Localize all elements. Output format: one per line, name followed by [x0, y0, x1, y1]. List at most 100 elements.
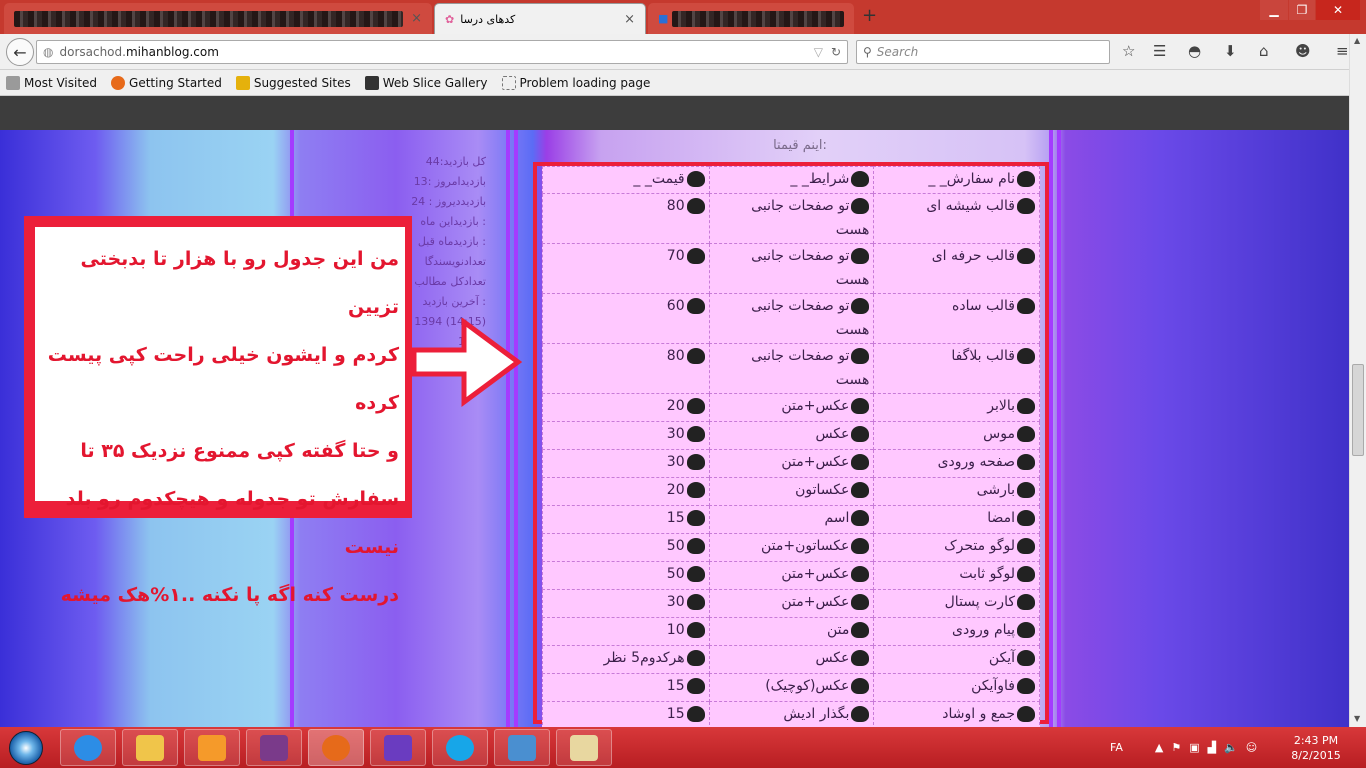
bullet-icon — [1017, 566, 1035, 582]
volume-icon[interactable]: 🔈 — [1224, 741, 1238, 754]
taskbar-paint[interactable] — [556, 729, 612, 766]
network-icon[interactable]: ▟ — [1208, 741, 1216, 754]
bookmark-suggested-sites[interactable]: Suggested Sites — [235, 75, 351, 90]
bullet-icon — [1017, 594, 1035, 610]
minimize-button[interactable]: ▁ — [1260, 0, 1288, 20]
scroll-down-icon[interactable]: ▼ — [1354, 714, 1360, 723]
table-cell: هرکدوم5 نظر — [542, 645, 710, 674]
bullet-icon — [851, 398, 870, 414]
windows-logo-icon — [9, 731, 43, 765]
menu-icon[interactable]: ≡ — [1336, 42, 1349, 60]
taskbar-explorer[interactable] — [122, 729, 178, 766]
search-placeholder: Search — [876, 45, 919, 59]
bullet-icon — [686, 622, 705, 638]
table-row: بارشی عکساتون 20 — [542, 477, 1040, 506]
scroll-up-icon[interactable]: ▲ — [1354, 36, 1360, 45]
search-box[interactable]: ⚲ Search — [856, 40, 1110, 64]
table-cell: 20 — [542, 393, 710, 422]
bullet-icon — [851, 622, 870, 638]
table-cell: بارشی — [873, 477, 1040, 506]
taskbar-ie[interactable] — [60, 729, 116, 766]
pocket-icon[interactable]: ◓ — [1188, 42, 1201, 60]
smiley-icon[interactable]: ☺ — [1246, 741, 1257, 754]
page-icon — [501, 75, 516, 90]
bullet-icon — [1017, 678, 1035, 694]
taskbar-winrar[interactable] — [246, 729, 302, 766]
page-header-bar — [0, 96, 1366, 130]
close-window-button[interactable]: ✕ — [1316, 0, 1360, 20]
table-cell: عکس+متن — [708, 561, 875, 590]
paint-icon — [570, 734, 598, 761]
tab-favicon-icon: ■ — [658, 12, 669, 25]
download-icon[interactable]: ⬇ — [1224, 42, 1237, 60]
table-cell: صفحه ورودی — [873, 449, 1040, 478]
table-cell: عکس+متن — [708, 393, 875, 422]
chat-icon[interactable]: ☻ — [1295, 42, 1311, 60]
price-heading: اینم قیمتا: — [773, 138, 827, 153]
tab-redacted-1[interactable]: × — [4, 3, 432, 34]
bullet-icon — [1017, 298, 1035, 314]
table-cell: 70 — [542, 243, 710, 294]
table-row: قالب بلاگفا تو صفحات جانبی هست 80 — [542, 343, 1040, 394]
table-cell: تو صفحات جانبی هست — [708, 343, 875, 394]
bookmark-web-slice-gallery[interactable]: Web Slice Gallery — [364, 75, 488, 90]
table-row: بالابر عکس+متن 20 — [542, 393, 1040, 422]
table-header-cell: شرایط_ _ — [708, 166, 875, 194]
scrollbar-thumb[interactable] — [1352, 364, 1364, 456]
start-button[interactable] — [2, 729, 50, 767]
bullet-icon — [1017, 426, 1035, 442]
taskbar-photo-viewer[interactable] — [494, 729, 550, 766]
bullet-icon — [1017, 482, 1035, 498]
reading-list-icon[interactable]: ☰ — [1153, 42, 1166, 60]
table-cell: عکس+متن — [708, 449, 875, 478]
back-button[interactable]: ← — [6, 38, 34, 66]
table-cell: 15 — [542, 701, 710, 727]
taskbar-firefox[interactable] — [308, 729, 364, 766]
bookmark-star-icon[interactable]: ☆ — [1122, 42, 1135, 60]
vertical-scrollbar[interactable]: ▲ ▼ — [1349, 34, 1366, 727]
table-row: کارت پستال عکس+متن 30 — [542, 589, 1040, 618]
bullet-icon — [851, 171, 870, 187]
close-tab-icon[interactable]: × — [624, 12, 635, 27]
tab-redacted-2[interactable]: ■ — [648, 3, 854, 34]
search-icon: ⚲ — [863, 45, 872, 59]
url-bar[interactable]: ◍ dorsachod. mihanblog.com ▽ ↻ — [36, 40, 848, 64]
table-cell: عکس — [708, 645, 875, 674]
bullet-icon — [851, 198, 870, 214]
bullet-icon — [686, 706, 705, 722]
close-tab-icon[interactable]: × — [411, 11, 422, 26]
photo-viewer-icon — [508, 734, 536, 761]
taskbar-skype[interactable] — [432, 729, 488, 766]
bullet-icon — [686, 248, 705, 264]
bullet-icon — [1017, 454, 1035, 470]
dropdown-icon[interactable]: ▽ — [814, 45, 823, 59]
table-cell: موس — [873, 421, 1040, 450]
table-cell: عکس — [708, 421, 875, 450]
bullet-icon — [686, 510, 705, 526]
new-tab-button[interactable]: + — [862, 5, 877, 26]
bullet-icon — [1017, 510, 1035, 526]
maximize-button[interactable]: ❐ — [1289, 0, 1315, 20]
table-cell: عکساتون — [708, 477, 875, 506]
bullet-icon — [851, 248, 870, 264]
bookmark-most-visited[interactable]: Most Visited — [6, 75, 97, 90]
home-icon[interactable]: ⌂ — [1259, 42, 1269, 60]
device-icon[interactable]: ▣ — [1189, 741, 1199, 754]
table-cell: جمع و اوشاد — [873, 701, 1040, 727]
action-center-flag-icon[interactable]: ⚑ — [1171, 741, 1181, 754]
taskbar-app-purple[interactable] — [370, 729, 426, 766]
reload-icon[interactable]: ↻ — [831, 45, 841, 59]
language-indicator[interactable]: FA — [1110, 741, 1123, 754]
table-cell: 60 — [542, 293, 710, 344]
table-cell: بگذار ادیش — [708, 701, 875, 727]
bullet-icon — [1017, 398, 1035, 414]
table-cell: 30 — [542, 589, 710, 618]
clock[interactable]: 2:43 PM 8/2/2015 — [1282, 733, 1350, 763]
bullet-icon — [851, 594, 870, 610]
taskbar-media-player[interactable] — [184, 729, 240, 766]
bookmark-problem-loading[interactable]: Problem loading page — [501, 75, 650, 90]
show-hidden-icons-icon[interactable]: ▲ — [1155, 741, 1163, 754]
bookmark-getting-started[interactable]: Getting Started — [111, 75, 222, 90]
tab-active[interactable]: ✿ کدهای درسا × — [434, 3, 646, 34]
bullet-icon — [686, 678, 705, 694]
